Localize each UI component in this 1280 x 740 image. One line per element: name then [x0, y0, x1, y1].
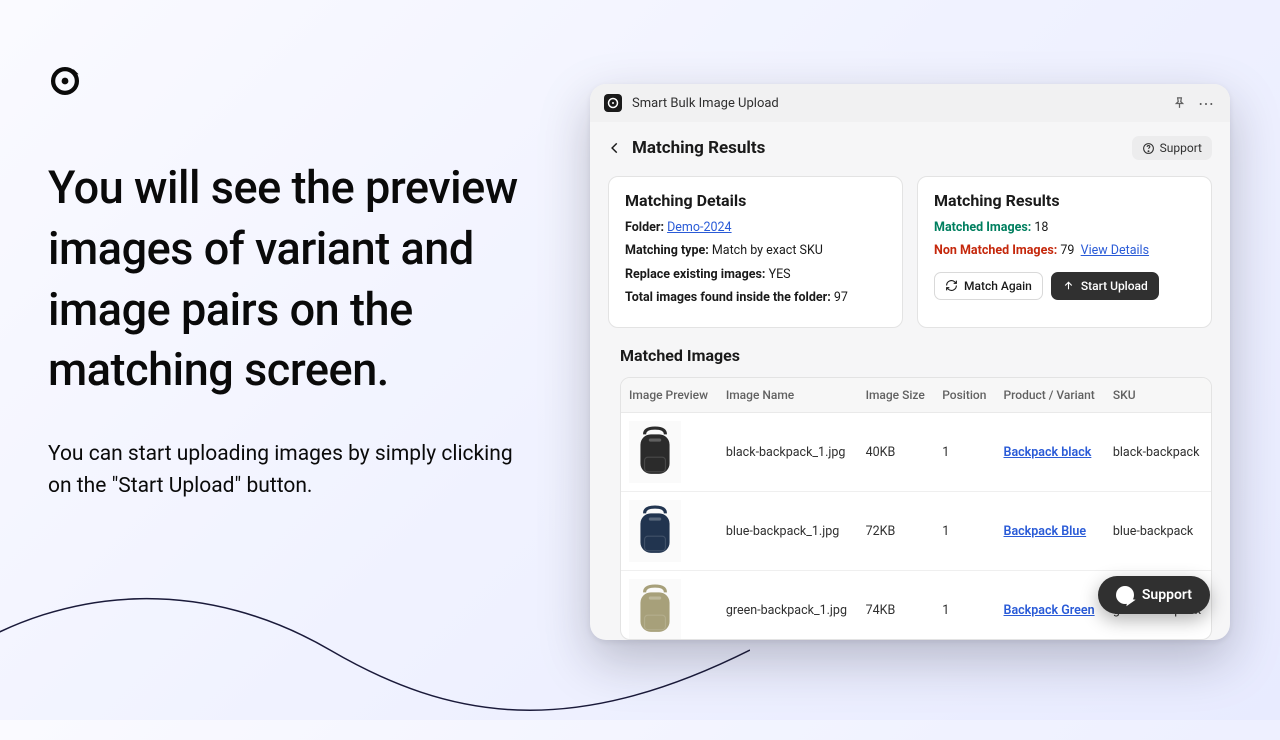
product-variant-link[interactable]: Backpack Blue [1004, 524, 1087, 539]
cell-name: black-backpack_1.jpg [718, 413, 858, 492]
col-preview: Image Preview [621, 378, 718, 413]
back-arrow-icon[interactable] [608, 141, 622, 155]
marketing-copy: You will see the preview images of varia… [48, 158, 528, 502]
subheadline: You can start uploading images by simply… [48, 439, 528, 502]
refresh-icon [945, 279, 958, 292]
col-product: Product / Variant [996, 378, 1105, 413]
total-label: Total images found inside the folder: [625, 290, 831, 305]
page-header: Matching Results Support [590, 122, 1230, 164]
upload-icon [1062, 279, 1075, 292]
cell-sku: blue-backpack [1105, 492, 1211, 571]
headline: You will see the preview images of varia… [48, 158, 528, 401]
match-again-label: Match Again [964, 279, 1032, 293]
product-variant-link[interactable]: Backpack black [1004, 445, 1092, 460]
floating-support-button[interactable]: Support [1098, 576, 1210, 614]
matching-results-card: Matching Results Matched Images: 18 Non … [917, 176, 1212, 328]
support-button[interactable]: Support [1132, 136, 1212, 160]
matching-details-card: Matching Details Folder: Demo-2024 Match… [608, 176, 903, 328]
matching-type-value: Match by exact SKU [712, 243, 823, 258]
cell-size: 74KB [858, 571, 935, 641]
cell-size: 40KB [858, 413, 935, 492]
start-upload-button[interactable]: Start Upload [1051, 272, 1159, 300]
replace-label: Replace existing images: [625, 267, 765, 282]
cell-size: 72KB [858, 492, 935, 571]
help-icon [1142, 142, 1155, 155]
match-again-button[interactable]: Match Again [934, 272, 1043, 300]
matched-images-title: Matched Images [590, 328, 1230, 373]
view-details-link[interactable]: View Details [1081, 243, 1149, 258]
brand-logo [48, 64, 82, 98]
more-icon[interactable]: ⋯ [1198, 94, 1216, 112]
nonmatched-value: 79 [1060, 243, 1074, 258]
cell-position: 1 [934, 492, 995, 571]
results-title: Matching Results [934, 191, 1195, 210]
table-row: black-backpack_1.jpg 40KB 1 Backpack bla… [621, 413, 1211, 492]
col-sku: SKU [1105, 378, 1211, 413]
floating-support-label: Support [1142, 587, 1192, 603]
cell-name: green-backpack_1.jpg [718, 571, 858, 641]
folder-label: Folder: [625, 220, 664, 235]
app-header: Smart Bulk Image Upload ⋯ [590, 84, 1230, 122]
matched-label: Matched Images: [934, 220, 1031, 235]
replace-value: YES [769, 267, 791, 282]
image-thumbnail [629, 421, 681, 483]
image-thumbnail [629, 500, 681, 562]
cell-sku: black-backpack [1105, 413, 1211, 492]
page-title: Matching Results [632, 138, 765, 158]
folder-link[interactable]: Demo-2024 [667, 220, 731, 235]
image-thumbnail [629, 579, 681, 640]
matching-type-label: Matching type: [625, 243, 709, 258]
matched-value: 18 [1034, 220, 1048, 235]
app-window: Smart Bulk Image Upload ⋯ Matching Resul… [590, 84, 1230, 640]
cell-position: 1 [934, 413, 995, 492]
nonmatched-label: Non Matched Images: [934, 243, 1057, 258]
total-value: 97 [834, 290, 848, 305]
cell-position: 1 [934, 571, 995, 641]
support-button-label: Support [1160, 141, 1202, 155]
cell-name: blue-backpack_1.jpg [718, 492, 858, 571]
pin-icon[interactable] [1170, 94, 1188, 112]
app-icon [604, 94, 622, 112]
product-variant-link[interactable]: Backpack Green [1004, 603, 1095, 618]
table-row: blue-backpack_1.jpg 72KB 1 Backpack Blue… [621, 492, 1211, 571]
details-title: Matching Details [625, 191, 886, 210]
col-size: Image Size [858, 378, 935, 413]
col-name: Image Name [718, 378, 858, 413]
start-upload-label: Start Upload [1081, 279, 1148, 293]
chat-icon [1116, 586, 1134, 604]
app-title: Smart Bulk Image Upload [632, 96, 779, 111]
col-position: Position [934, 378, 995, 413]
